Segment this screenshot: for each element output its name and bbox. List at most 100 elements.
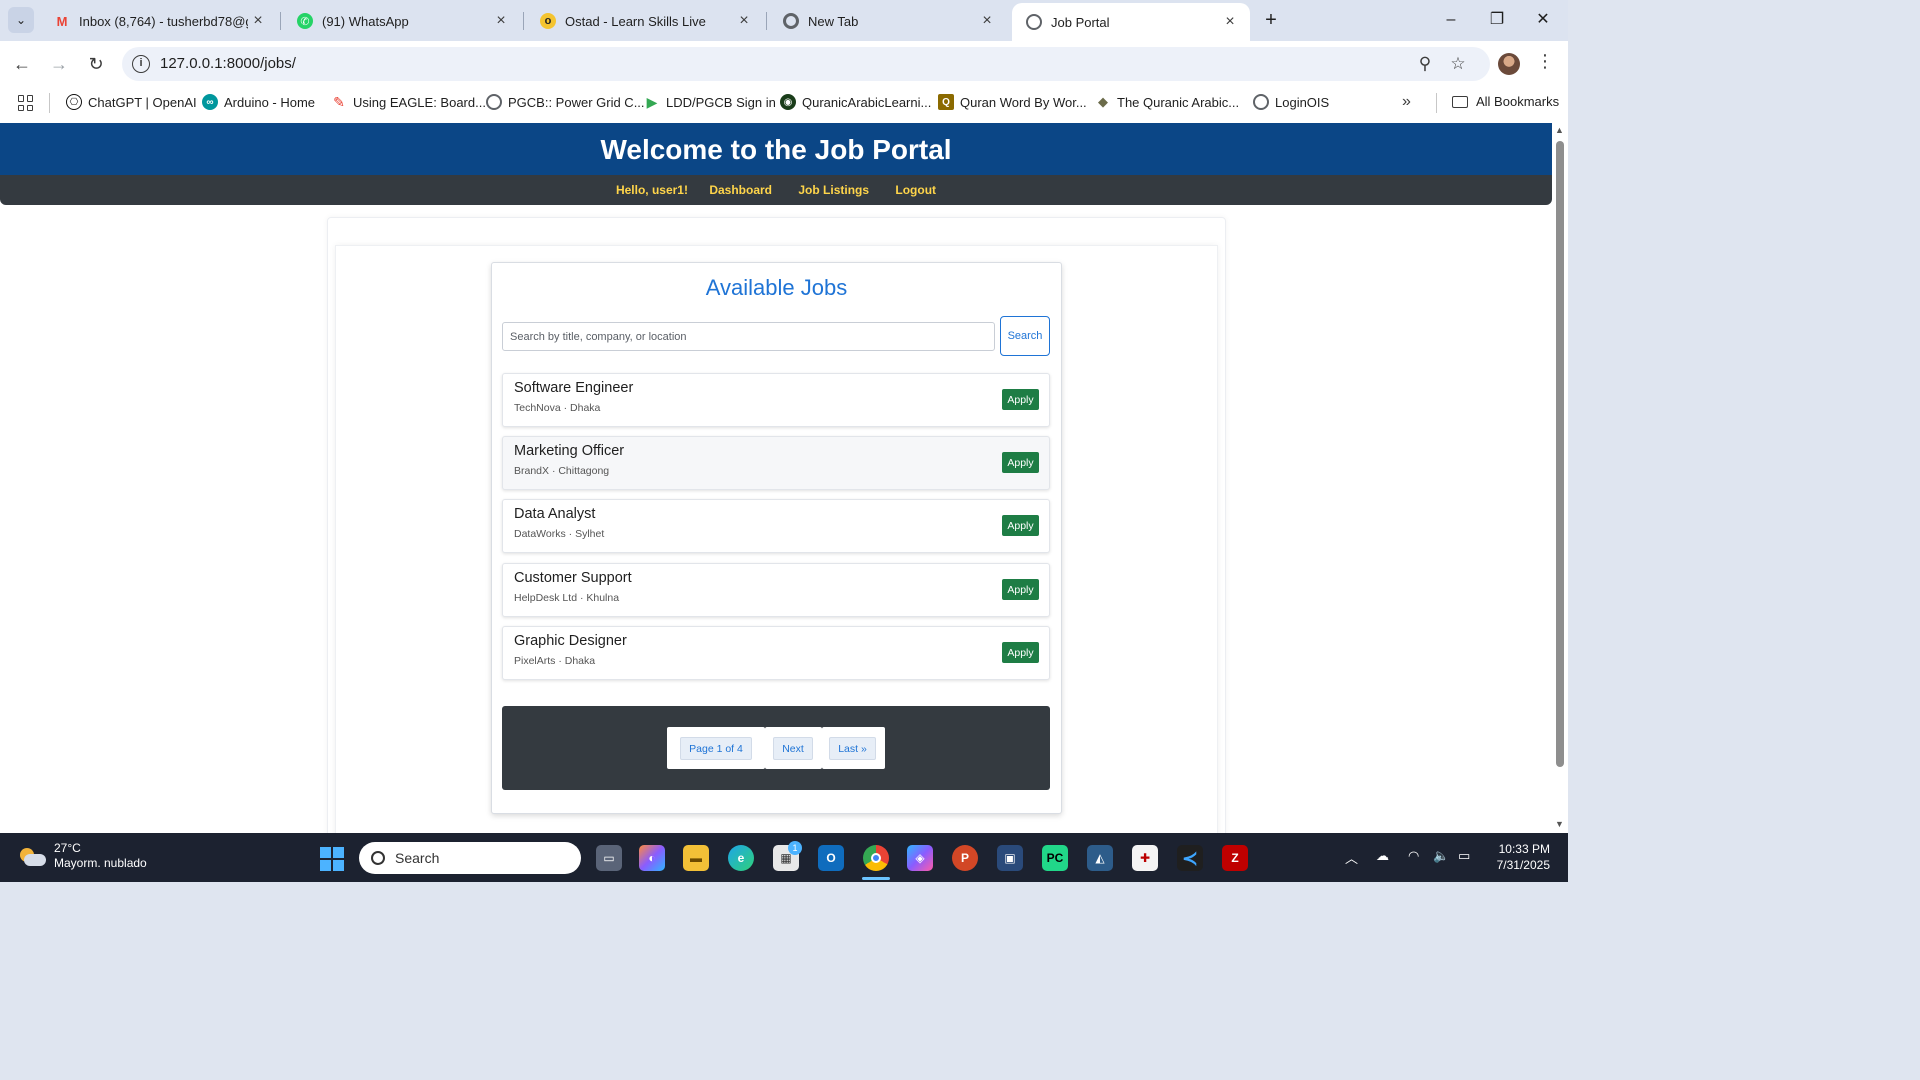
minimize-icon[interactable]: – — [1428, 8, 1474, 34]
tab-divider — [766, 12, 767, 30]
page-scrollbar[interactable]: ▲ ▼ — [1552, 123, 1568, 833]
openai-icon: ⎔ — [66, 94, 82, 110]
job-title: Marketing Officer — [514, 443, 625, 459]
volume-icon[interactable]: 🔈 — [1433, 848, 1449, 864]
zoom-icon[interactable]: ⚲ — [1414, 54, 1436, 76]
back-arrow-icon[interactable]: ← — [9, 51, 35, 77]
scroll-down-arrow-icon[interactable]: ▼ — [1555, 819, 1564, 829]
bookmark-chatgpt[interactable]: ⎔ ChatGPT | OpenAI — [66, 94, 197, 110]
restore-icon[interactable]: ❐ — [1474, 8, 1520, 34]
tab-new-tab[interactable]: New Tab × — [769, 6, 1007, 36]
job-title: Data Analyst — [514, 506, 596, 522]
nav-logout-link[interactable]: Logout — [895, 183, 936, 197]
bookmark-label: PGCB:: Power Grid C... — [508, 94, 645, 110]
show-hidden-icons-chevron-icon[interactable]: ︿ — [1345, 848, 1358, 867]
bookmark-quran-word-by-word[interactable]: Q Quran Word By Wor... — [938, 94, 1087, 110]
site-info-icon[interactable]: i — [132, 55, 150, 73]
tab-search-chevron-icon[interactable]: ⌄ — [8, 7, 34, 33]
windows-start-icon[interactable] — [320, 847, 344, 871]
tab-ostad[interactable]: o Ostad - Learn Skills Live × — [526, 6, 764, 36]
search-button[interactable]: Search — [1000, 316, 1050, 356]
tab-title: Inbox (8,764) - tusherbd78@gm — [79, 13, 248, 29]
powerpoint-icon[interactable]: P — [952, 845, 978, 871]
more-menu-icon[interactable]: ⋮ — [1535, 51, 1555, 72]
job-item: Graphic Designer PixelArts · Dhaka Apply — [502, 626, 1050, 680]
bookmark-quranic-arabic-learning[interactable]: ◉ QuranicArabicLearni... — [780, 94, 931, 110]
wifi-icon[interactable]: ◠ — [1408, 848, 1419, 864]
bookmark-loginois[interactable]: LoginOIS — [1253, 94, 1329, 110]
bookmark-star-icon[interactable]: ☆ — [1447, 54, 1469, 76]
page-info: Page 1 of 4 — [680, 737, 752, 760]
nav-dashboard-link[interactable]: Dashboard — [709, 183, 772, 197]
url-text[interactable]: 127.0.0.1:8000/jobs/ — [160, 55, 296, 72]
bookmark-ldd-pgcb[interactable]: ▶ LDD/PGCB Sign in — [644, 94, 776, 110]
circuit-app-icon[interactable]: ✚ — [1132, 845, 1158, 871]
chrome-icon — [783, 13, 799, 29]
bookmark-label: LoginOIS — [1275, 94, 1330, 110]
nav-job-listings-link[interactable]: Job Listings — [798, 183, 869, 197]
close-icon[interactable]: × — [491, 12, 511, 30]
next-page-button[interactable]: Next — [773, 737, 813, 760]
close-icon[interactable]: × — [977, 12, 997, 30]
file-explorer-icon[interactable]: ▬ — [683, 845, 709, 871]
onedrive-cloud-icon[interactable]: ☁ — [1376, 848, 1389, 864]
site-nav: Hello, user1! Dashboard Job Listings Log… — [0, 175, 1552, 205]
scrollbar-thumb[interactable] — [1556, 141, 1564, 767]
profile-avatar[interactable] — [1498, 53, 1520, 75]
apps-grid-icon[interactable] — [18, 95, 34, 111]
tab-title: (91) WhatsApp — [322, 13, 409, 29]
quran-icon: ◉ — [780, 94, 796, 110]
taskbar-search-label: Search — [395, 850, 440, 866]
outlook-icon[interactable]: O — [818, 845, 844, 871]
bookmark-label: Arduino - Home — [224, 94, 316, 110]
new-tab-plus-icon[interactable]: + — [1259, 9, 1283, 33]
apply-button[interactable]: Apply — [1002, 452, 1039, 473]
more-bookmarks-chevron-icon[interactable]: » — [1402, 93, 1411, 111]
filezilla-icon[interactable]: Z — [1222, 845, 1248, 871]
apply-button[interactable]: Apply — [1002, 579, 1039, 600]
search-icon — [371, 851, 385, 865]
search-input[interactable] — [502, 322, 995, 351]
store-notification-badge: 1 — [788, 841, 802, 855]
vscode-icon[interactable]: ≺ — [1177, 845, 1203, 871]
microsoft-365-icon[interactable]: ◈ — [907, 845, 933, 871]
bookmark-quranic-arabic[interactable]: ◆ The Quranic Arabic... — [1095, 94, 1239, 110]
bookmark-label: QuranicArabicLearni... — [802, 94, 932, 110]
window-close-icon[interactable]: ✕ — [1520, 8, 1566, 34]
close-icon[interactable]: × — [1220, 13, 1240, 31]
task-view-icon[interactable]: ▭ — [596, 845, 622, 871]
tab-job-portal[interactable]: Job Portal × — [1012, 3, 1250, 41]
remote-desktop-icon[interactable]: ▣ — [997, 845, 1023, 871]
battery-icon[interactable]: ▭ — [1458, 848, 1470, 864]
globe-icon — [1253, 94, 1269, 110]
apply-button[interactable]: Apply — [1002, 515, 1039, 536]
bookmark-pgcb[interactable]: PGCB:: Power Grid C... — [486, 94, 645, 110]
forward-arrow-icon[interactable]: → — [46, 51, 72, 77]
taskbar-search-box[interactable]: Search — [359, 842, 581, 874]
reload-icon[interactable]: ↻ — [83, 51, 109, 77]
bookmark-eagle[interactable]: ✎ Using EAGLE: Board... — [331, 94, 486, 110]
tab-gmail[interactable]: M Inbox (8,764) - tusherbd78@gm × — [40, 6, 278, 36]
close-icon[interactable]: × — [734, 12, 754, 30]
whatsapp-icon: ✆ — [297, 13, 313, 29]
system-clock[interactable]: 10:33 PM 7/31/2025 — [1488, 841, 1550, 873]
tab-whatsapp[interactable]: ✆ (91) WhatsApp × — [283, 6, 521, 36]
address-bar[interactable]: i 127.0.0.1:8000/jobs/ ⚲ ☆ — [122, 47, 1490, 81]
copilot-icon[interactable]: ◐ — [639, 845, 665, 871]
last-page-button[interactable]: Last » — [829, 737, 876, 760]
edge-icon[interactable]: e — [728, 845, 754, 871]
all-bookmarks-button[interactable]: All Bookmarks — [1452, 94, 1559, 109]
apply-button[interactable]: Apply — [1002, 642, 1039, 663]
apply-button[interactable]: Apply — [1002, 389, 1039, 410]
weather-widget[interactable]: 27°C Mayorm. nublado — [18, 841, 147, 871]
folder-icon — [1452, 95, 1468, 108]
chrome-icon[interactable] — [863, 845, 889, 871]
q-icon: Q — [938, 94, 954, 110]
bookmark-arduino[interactable]: ∞ Arduino - Home — [202, 94, 315, 110]
scroll-up-arrow-icon[interactable]: ▲ — [1555, 125, 1564, 135]
close-icon[interactable]: × — [248, 12, 268, 30]
job-title: Customer Support — [514, 570, 632, 586]
mysql-workbench-icon[interactable]: ◭ — [1087, 845, 1113, 871]
pycharm-icon[interactable]: PC — [1042, 845, 1068, 871]
job-company-location: DataWorks · Sylhet — [514, 528, 605, 540]
